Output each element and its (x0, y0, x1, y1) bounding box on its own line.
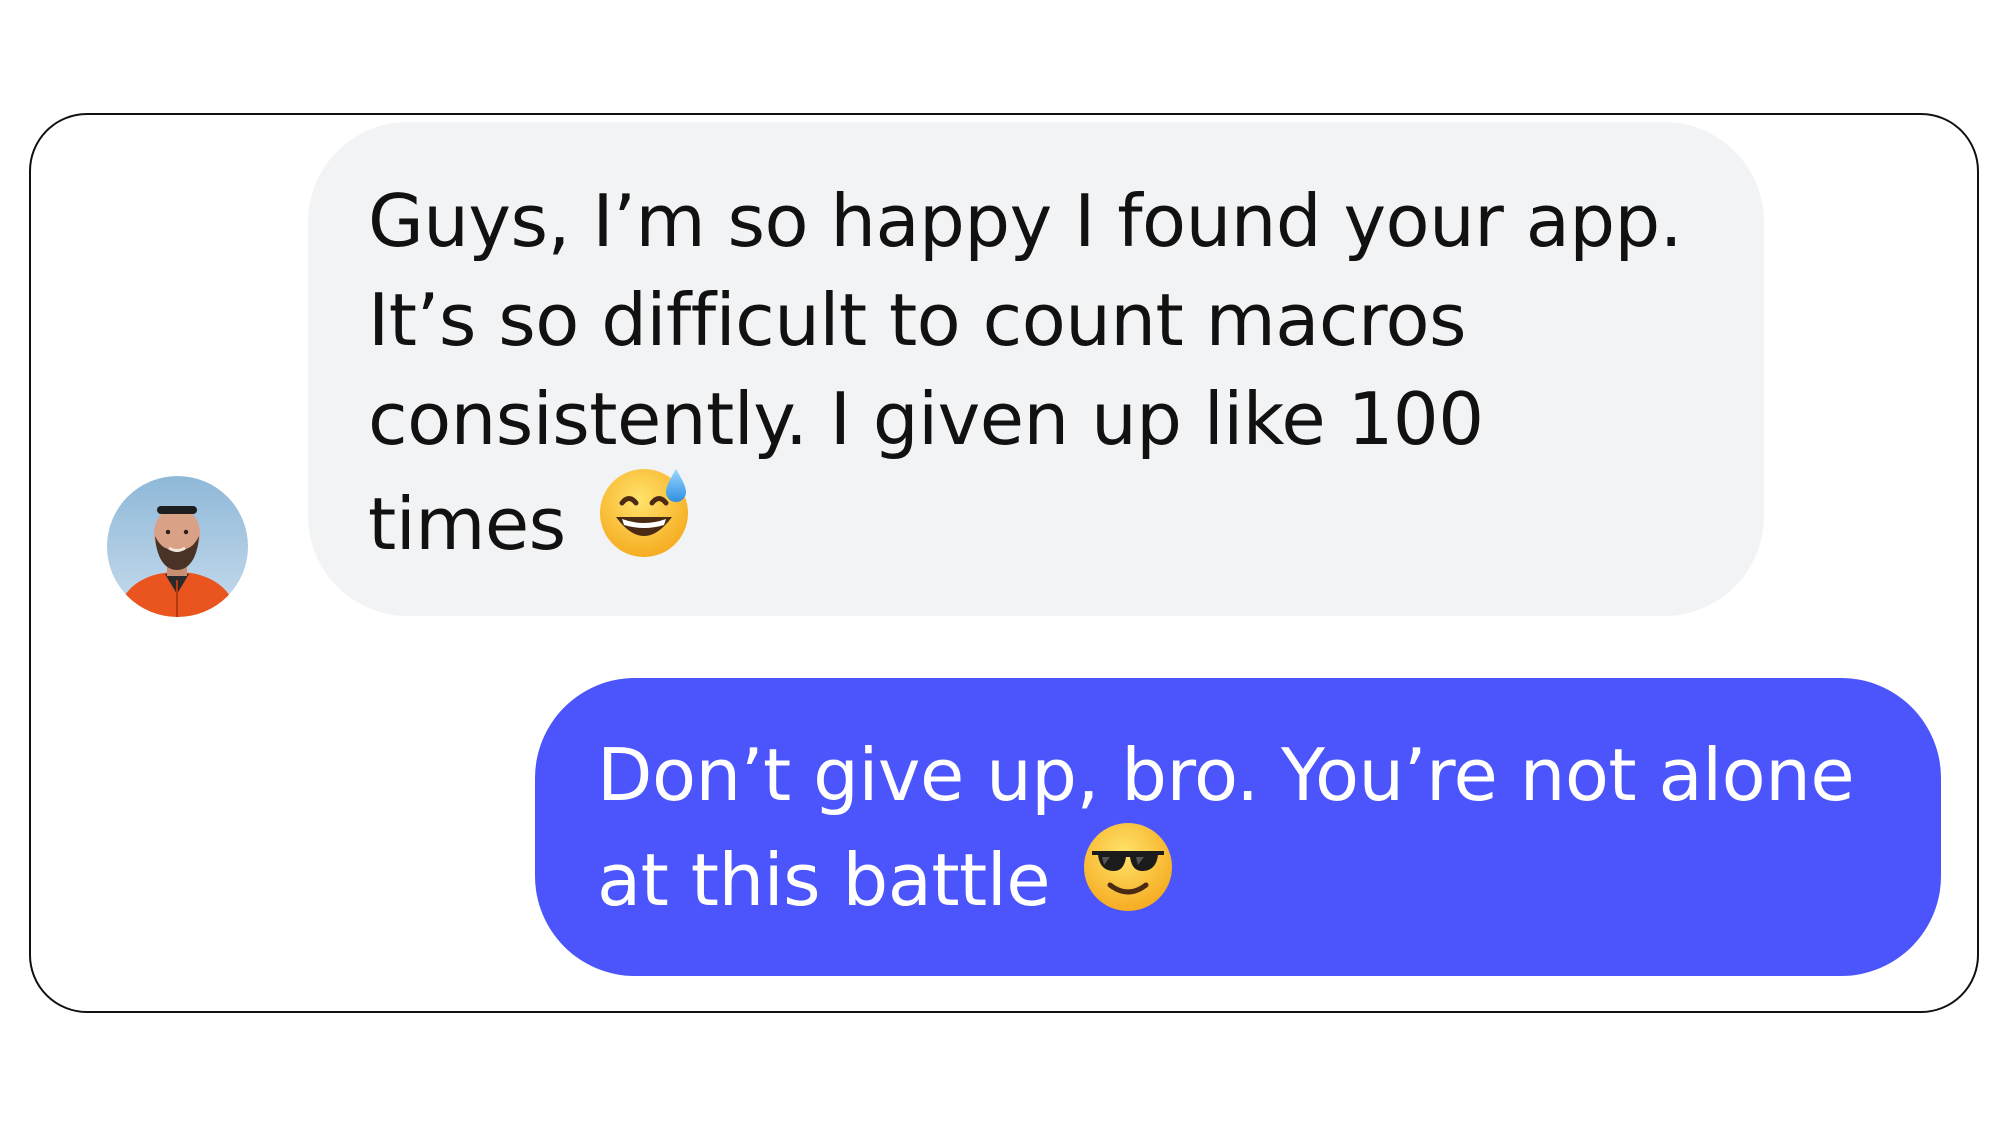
message-line: Don’t give up, bro. You’re not alone (597, 733, 1855, 817)
message-line: Guys, I’m so happy I found your app. (368, 179, 1683, 263)
message-line: It’s so difficult to count macros (368, 278, 1467, 362)
message-line-text: times (368, 482, 566, 567)
avatar-image (107, 476, 248, 617)
message-line-last: times (368, 469, 1704, 590)
grinning-face-with-sweat-icon (596, 463, 692, 584)
message-line-last: at this battle (597, 823, 1881, 946)
message-line-text: at this battle (597, 838, 1051, 923)
outgoing-message-bubble[interactable]: Don’t give up, bro. You’re not alone at … (535, 678, 1941, 976)
avatar[interactable] (107, 476, 248, 617)
smiling-face-with-sunglasses-icon (1080, 819, 1176, 940)
message-line: consistently. I given up like 100 (368, 377, 1484, 461)
incoming-message-bubble[interactable]: Guys, I’m so happy I found your app. It’… (308, 122, 1764, 616)
